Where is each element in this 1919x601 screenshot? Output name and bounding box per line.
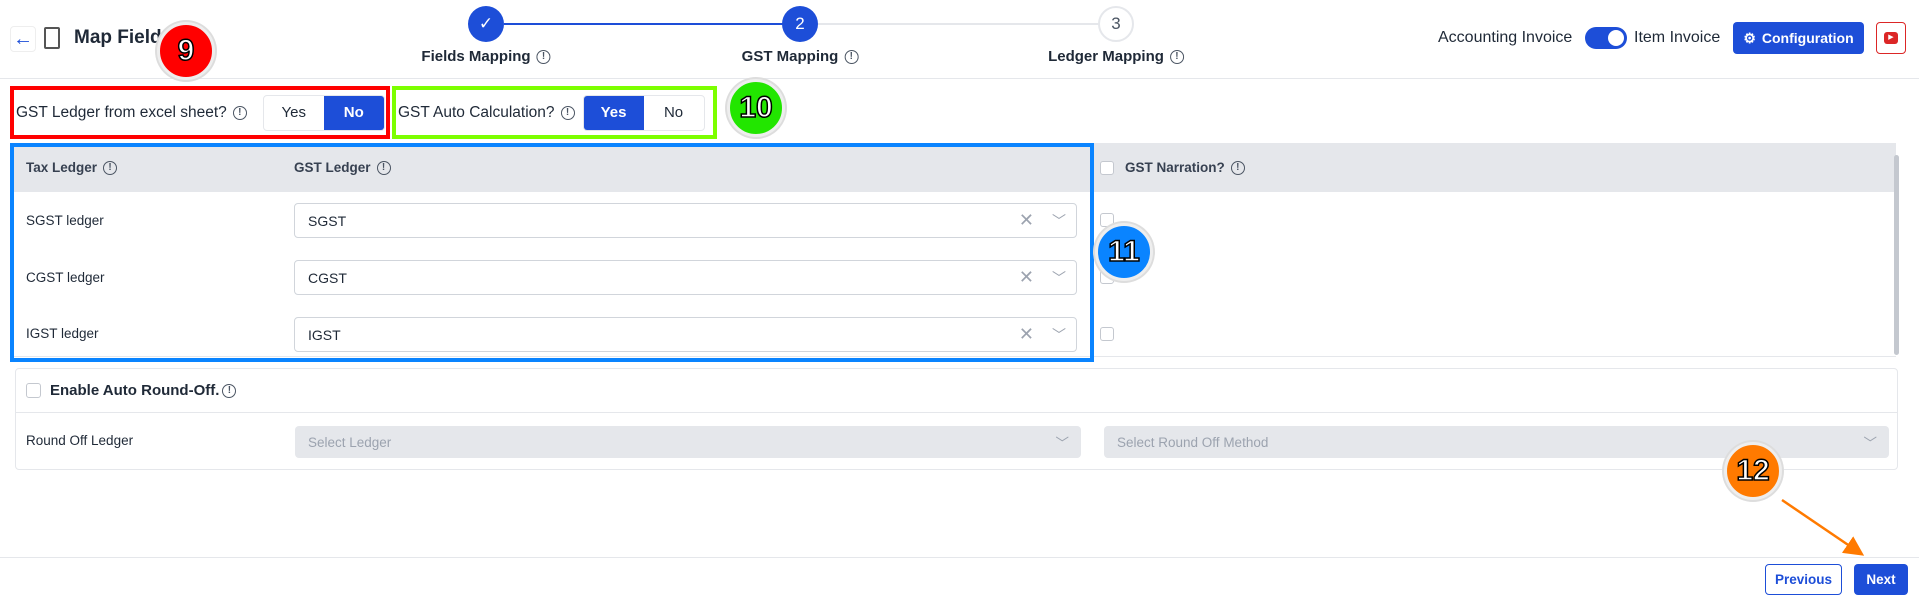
annotation-arrow	[1781, 498, 1865, 556]
